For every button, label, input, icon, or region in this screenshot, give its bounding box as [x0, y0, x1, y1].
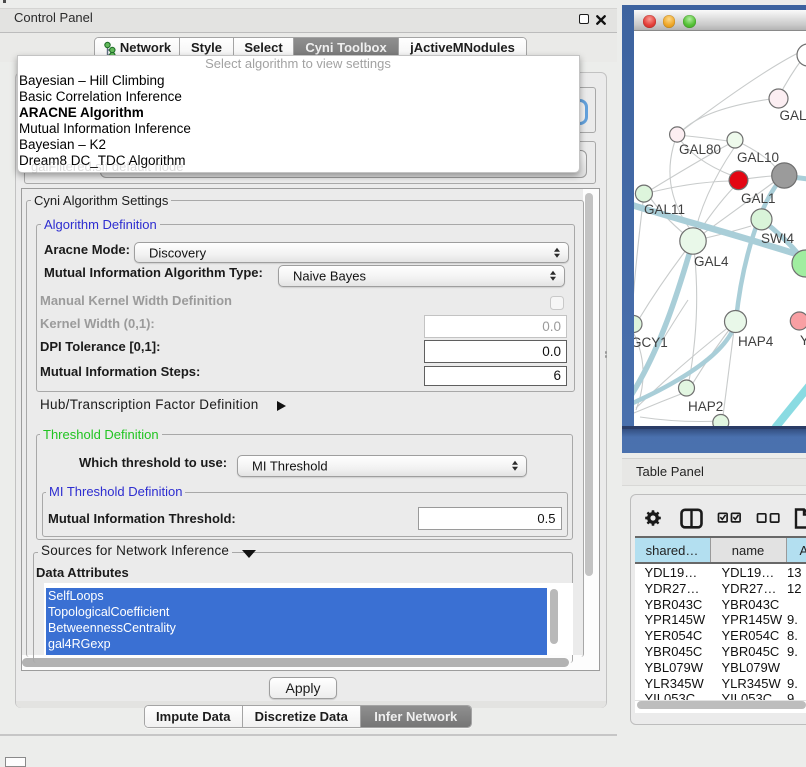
svg-text:Y: Y: [800, 333, 806, 348]
svg-text:GAL4: GAL4: [694, 254, 729, 269]
svg-text:GAL: GAL: [780, 108, 806, 123]
svg-text:GAL80: GAL80: [679, 142, 721, 157]
svg-text:GAL1: GAL1: [741, 191, 776, 206]
svg-text:HAP4: HAP4: [738, 334, 774, 349]
svg-text:GAL11: GAL11: [644, 202, 685, 217]
svg-text:GCY1: GCY1: [634, 335, 668, 350]
svg-text:HAP2: HAP2: [688, 399, 723, 414]
svg-text:GAL10: GAL10: [737, 150, 779, 165]
svg-text:SWI4: SWI4: [761, 231, 794, 246]
